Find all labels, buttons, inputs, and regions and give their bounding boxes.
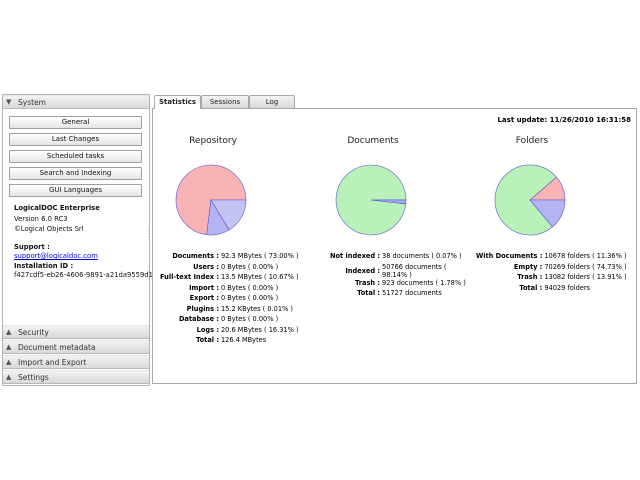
row-value: 50766 documents ( 98.14% ) — [382, 262, 447, 279]
row-key: Export : — [189, 294, 219, 302]
row-key: Total : — [196, 336, 219, 344]
repository-row: Export :0 Bytes ( 0.00% ) — [159, 294, 300, 305]
row-value: 0 Bytes ( 0.00% ) — [220, 262, 279, 271]
tab-sessions[interactable]: Sessions — [201, 95, 249, 108]
folders-row: With Documents :10678 folders ( 11.36% ) — [475, 252, 628, 263]
section-system-label: System — [18, 98, 46, 107]
scheduled-tasks-button[interactable]: Scheduled tasks — [9, 150, 142, 163]
row-key: Total : — [519, 283, 543, 292]
row-key: Trash : — [517, 273, 543, 281]
row-value: 126.4 MBytes — [220, 336, 267, 344]
row-value: 13.5 MBytes ( 10.67% ) — [220, 273, 299, 281]
row-key: Empty : — [513, 262, 543, 271]
row-value: 38 documents ( 0.07% ) — [382, 252, 462, 260]
row-value: 51727 documents — [382, 289, 442, 297]
row-value: 15.2 KBytes ( 0.01% ) — [220, 304, 293, 313]
folders-pie-chart — [494, 164, 566, 236]
folders-chart-title: Folders — [515, 136, 549, 146]
repository-row: Full-text Index :13.5 MBytes ( 10.67% ) — [159, 273, 300, 284]
row-key: Trash : — [355, 278, 381, 287]
repository-row: Plugins :15.2 KBytes ( 0.01% ) — [159, 305, 300, 316]
folders-row: Trash :13082 folders ( 13.91% ) — [475, 273, 628, 284]
row-value: 0 Bytes ( 0.00% ) — [220, 283, 279, 292]
section-label: Security — [18, 328, 49, 337]
section-label: Document metadata — [18, 343, 96, 352]
statistics-panel: Last update: 11/26/2010 16:31:58 Reposit… — [152, 108, 637, 384]
gui-languages-button[interactable]: GUI Languages — [9, 184, 142, 197]
repository-row: Database :0 Bytes ( 0.00% ) — [159, 315, 300, 326]
installation-id-label: Installation ID : — [14, 262, 74, 270]
row-value: 70269 folders ( 74.73% ) — [544, 262, 627, 271]
chevron-up-icon: ▲ — [6, 328, 12, 336]
row-value: 0 Bytes ( 0.00% ) — [220, 315, 279, 323]
row-value: 0 Bytes ( 0.00% ) — [220, 294, 279, 302]
repository-row: Total :126.4 MBytes — [159, 336, 300, 347]
repository-row: Documents :92.3 MBytes ( 73.00% ) — [159, 252, 300, 263]
repository-row: Logs :20.6 MBytes ( 16.31% ) — [159, 326, 300, 337]
repository-row: Users :0 Bytes ( 0.00% ) — [159, 263, 300, 274]
installation-id-value: f427cdf5-eb26-4606-9891-a21da9559d14 — [14, 271, 158, 279]
documents-chart-title: Documents — [347, 136, 399, 146]
row-value: 10678 folders ( 11.36% ) — [544, 252, 627, 260]
section-security-header[interactable]: ▲ Security — [3, 325, 149, 339]
row-key: Full-text Index : — [160, 273, 219, 281]
chevron-up-icon: ▲ — [6, 358, 12, 366]
last-update: Last update: 11/26/2010 16:31:58 — [497, 116, 631, 124]
row-value: 94029 folders — [544, 283, 590, 292]
repository-pie-chart — [175, 164, 247, 236]
row-key: Import : — [189, 283, 219, 292]
chevron-down-icon: ▼ — [6, 98, 12, 106]
section-document-metadata-header[interactable]: ▲ Document metadata — [3, 340, 149, 354]
support-label: Support : — [14, 243, 50, 251]
folders-row: Empty :70269 folders ( 74.73% ) — [475, 263, 628, 274]
documents-stats-table: Not indexed :38 documents ( 0.07% ) Inde… — [329, 252, 467, 300]
documents-row: Not indexed :38 documents ( 0.07% ) — [329, 252, 467, 263]
row-value: 923 documents ( 1.78% ) — [382, 278, 466, 287]
product-name: LogicalDOC Enterprise — [14, 204, 100, 212]
row-value: 92.3 MBytes ( 73.00% ) — [220, 252, 299, 260]
section-label: Import and Export — [18, 358, 87, 367]
product-version: Version 6.0 RC3 — [14, 215, 68, 223]
row-key: With Documents : — [476, 252, 543, 260]
row-key: Database : — [178, 315, 219, 323]
section-settings-header[interactable]: ▲ Settings — [3, 370, 149, 384]
tab-statistics[interactable]: Statistics — [154, 95, 201, 109]
documents-row: Trash :923 documents ( 1.78% ) — [329, 279, 467, 290]
copyright: ©Logical Objects Srl — [14, 225, 84, 233]
folders-stats-table: With Documents :10678 folders ( 11.36% )… — [475, 252, 628, 294]
section-system-header[interactable]: ▼ System — [3, 95, 149, 109]
row-key: Total : — [357, 289, 381, 297]
chevron-up-icon: ▲ — [6, 373, 12, 381]
folders-row: Total :94029 folders — [475, 284, 628, 295]
left-panel: ▼ System General Last Changes Scheduled … — [2, 94, 157, 386]
last-changes-button[interactable]: Last Changes — [9, 133, 142, 146]
row-key: Users : — [193, 262, 219, 271]
row-key: Indexed : — [345, 266, 381, 275]
row-key: Plugins : — [186, 304, 219, 313]
row-value: 20.6 MBytes ( 16.31% ) — [220, 325, 299, 334]
documents-row: Total :51727 documents — [329, 289, 467, 300]
repository-chart-title: Repository — [189, 136, 237, 146]
section-label: Settings — [18, 373, 49, 382]
search-indexing-button[interactable]: Search and Indexing — [9, 167, 142, 180]
section-import-export-header[interactable]: ▲ Import and Export — [3, 355, 149, 369]
chevron-up-icon: ▲ — [6, 343, 12, 351]
general-button[interactable]: General — [9, 116, 142, 129]
row-key: Not indexed : — [330, 252, 381, 260]
documents-row: Indexed :50766 documents ( 98.14% ) — [329, 263, 467, 279]
row-value: 13082 folders ( 13.91% ) — [544, 273, 627, 281]
row-key: Logs : — [196, 325, 219, 334]
documents-pie-chart — [335, 164, 407, 236]
repository-stats-table: Documents :92.3 MBytes ( 73.00% ) Users … — [159, 252, 300, 347]
tab-log[interactable]: Log — [249, 95, 295, 108]
repository-row: Import :0 Bytes ( 0.00% ) — [159, 284, 300, 295]
row-key: Documents : — [172, 252, 219, 260]
support-email-link[interactable]: support@logicaldoc.com — [14, 252, 98, 260]
